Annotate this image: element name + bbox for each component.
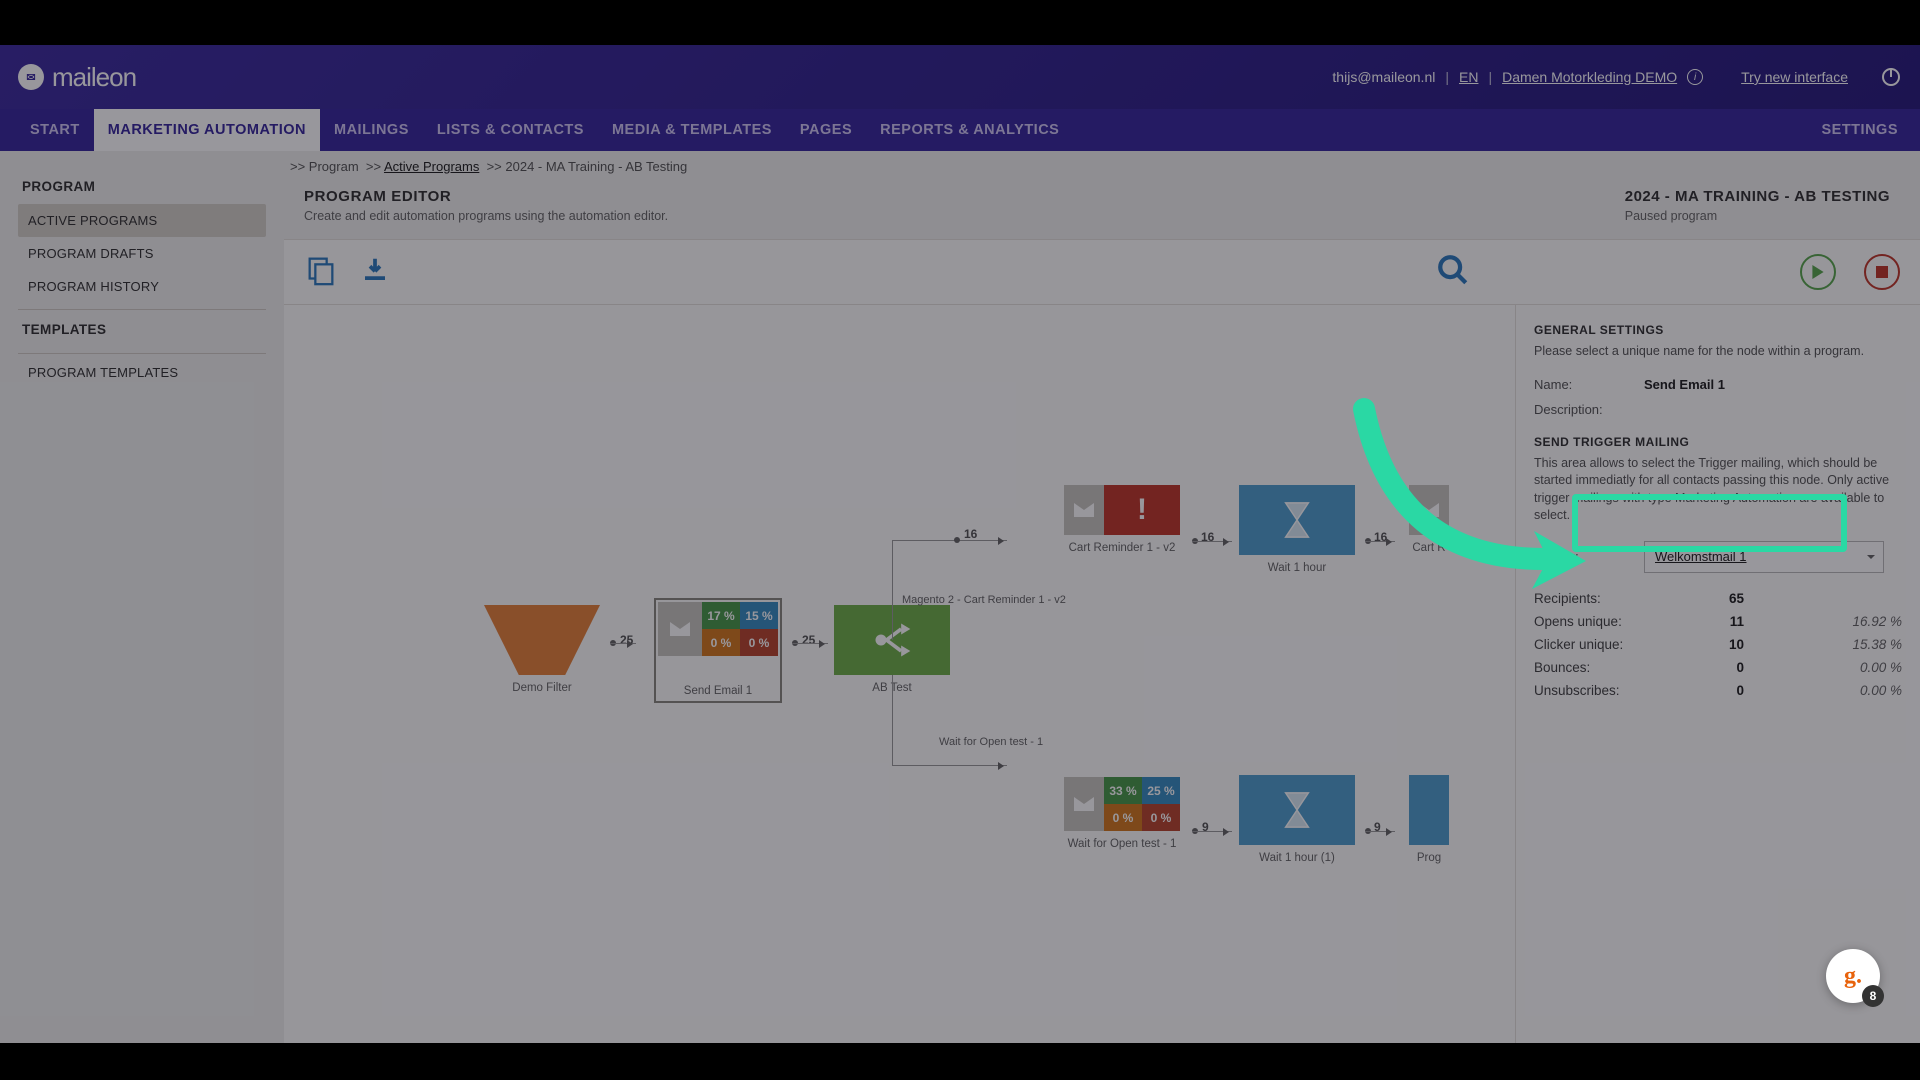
breadcrumb: >> Program >> Active Programs >> 2024 - … [284,151,1920,188]
page-subtitle: Create and edit automation programs usin… [304,209,668,223]
info-icon[interactable]: i [1687,69,1703,85]
user-email: thijs@maileon.nl [1332,69,1435,85]
program-name: 2024 - MA TRAINING - AB TESTING [1625,188,1890,205]
sidebar-section-templates: TEMPLATES [18,312,266,347]
try-new-interface-link[interactable]: Try new interface [1741,69,1848,85]
node-mail-top2[interactable] [1409,485,1449,535]
logo[interactable]: ✉ maileon [18,62,136,93]
sidebar-item-active-programs[interactable]: ACTIVE PROGRAMS [18,204,266,237]
main-nav: START MARKETING AUTOMATION MAILINGS LIST… [0,109,1920,151]
logo-text: maileon [52,62,136,93]
nav-settings[interactable]: SETTINGS [1821,109,1898,151]
nav-marketing-automation[interactable]: MARKETING AUTOMATION [94,109,320,151]
node-filter[interactable] [484,605,600,675]
breadcrumb-active-programs[interactable]: Active Programs [384,159,479,174]
logo-icon: ✉ [18,64,44,90]
panel-general-title: GENERAL SETTINGS [1534,323,1902,337]
fab-badge: 8 [1862,985,1884,1007]
mailing-dropdown[interactable]: Welkomstmail 1 [1644,541,1884,573]
copy-icon[interactable] [304,253,338,292]
sidebar-item-program-drafts[interactable]: PROGRAM DRAFTS [18,237,266,270]
node-settings-panel: GENERAL SETTINGS Please select a unique … [1515,305,1920,1043]
node-alert[interactable]: ! [1104,485,1180,535]
sidebar-item-program-history[interactable]: PROGRAM HISTORY [18,270,266,303]
program-status: Paused program [1625,209,1890,223]
sidebar-section-program: PROGRAM [18,169,266,204]
node-name-value: Send Email 1 [1644,377,1725,392]
help-fab[interactable]: g. 8 [1826,949,1880,1003]
nav-lists[interactable]: LISTS & CONTACTS [423,109,598,151]
sidebar: PROGRAM ACTIVE PROGRAMS PROGRAM DRAFTS P… [0,151,284,1043]
toolbar [284,239,1920,305]
node-wait-top[interactable] [1239,485,1355,555]
page-title: PROGRAM EDITOR [304,188,668,205]
automation-canvas[interactable]: Demo Filter 25 17 % 15 % [284,305,1515,1043]
node-send-email-1[interactable]: 17 % 15 % 0 % 0 % Send Email 1 [654,598,782,703]
nav-start[interactable]: START [16,109,94,151]
power-icon[interactable] [1882,68,1900,86]
stop-button[interactable] [1864,254,1900,290]
edge-count: 16 [964,527,977,541]
sidebar-item-program-templates[interactable]: PROGRAM TEMPLATES [18,356,266,389]
download-icon[interactable] [360,255,390,290]
node-wait-bot[interactable] [1239,775,1355,845]
nav-media[interactable]: MEDIA & TEMPLATES [598,109,786,151]
nav-reports[interactable]: REPORTS & ANALYTICS [866,109,1073,151]
node-prog[interactable] [1409,775,1449,845]
lang-link[interactable]: EN [1459,69,1478,85]
nav-mailings[interactable]: MAILINGS [320,109,423,151]
play-button[interactable] [1800,254,1836,290]
panel-trigger-title: SEND TRIGGER MAILING [1534,435,1902,449]
search-icon[interactable] [1436,253,1470,292]
account-link[interactable]: Damen Motorkleding DEMO [1502,69,1677,85]
nav-pages[interactable]: PAGES [786,109,866,151]
